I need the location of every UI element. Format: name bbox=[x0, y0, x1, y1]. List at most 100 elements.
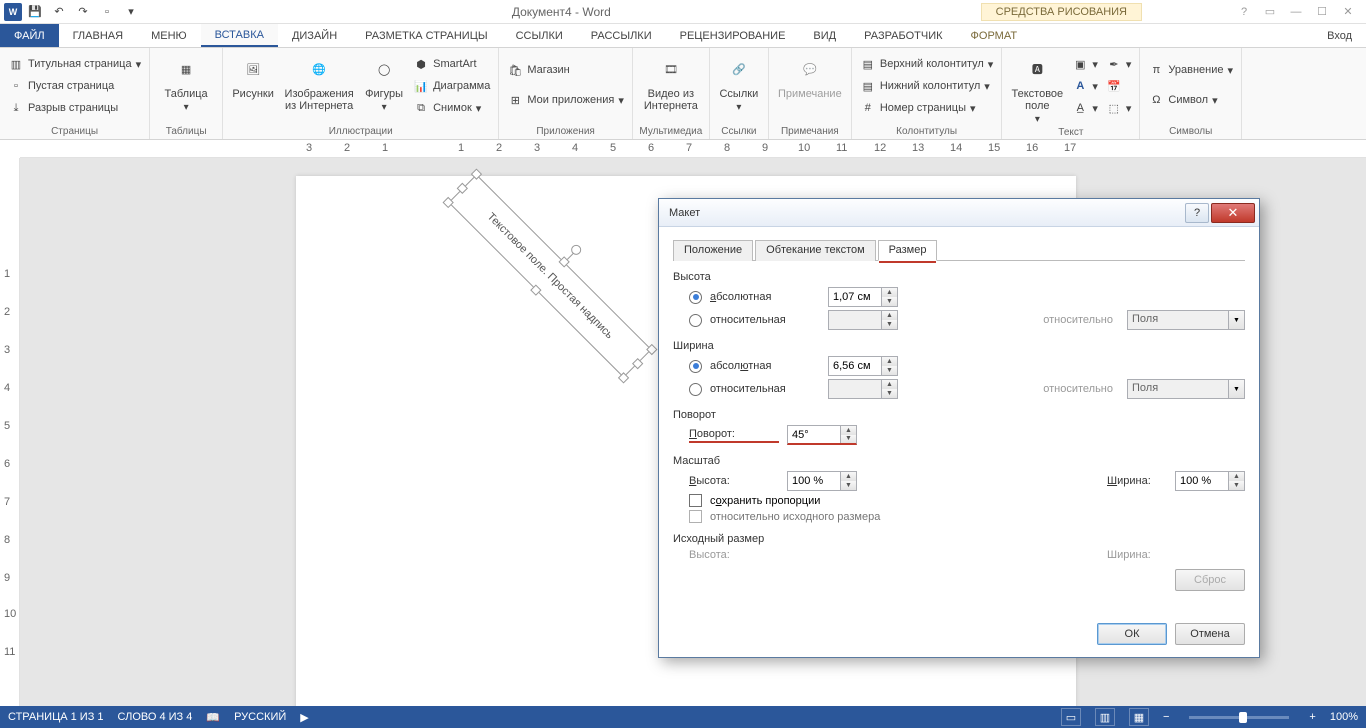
store-button[interactable]: 🛍Магазин bbox=[505, 60, 626, 80]
header-button[interactable]: ▤Верхний колонтитул ▾ bbox=[858, 54, 995, 74]
comment-button[interactable]: 💬Примечание bbox=[775, 50, 845, 100]
textbox-shape[interactable]: Текстовое поле. Простая надпись bbox=[448, 174, 652, 378]
tab-page-layout[interactable]: РАЗМЕТКА СТРАНИЦЫ bbox=[351, 24, 501, 47]
qat-more-icon[interactable]: ▾ bbox=[120, 1, 142, 23]
ok-button[interactable]: ОК bbox=[1097, 623, 1167, 645]
cancel-button[interactable]: Отмена bbox=[1175, 623, 1245, 645]
my-apps-button[interactable]: ⊞Мои приложения ▾ bbox=[505, 90, 626, 110]
tab-mailings[interactable]: РАССЫЛКИ bbox=[577, 24, 666, 47]
width-relative-to-combo: Поля▼ bbox=[1127, 379, 1245, 399]
spin-up-icon[interactable]: ▲ bbox=[882, 288, 897, 297]
tab-text-wrapping[interactable]: Обтекание текстом bbox=[755, 240, 876, 261]
width-absolute-radio[interactable] bbox=[689, 360, 702, 373]
dialog-help-button[interactable]: ? bbox=[1185, 203, 1209, 223]
tab-menu[interactable]: Меню bbox=[137, 24, 201, 47]
cover-page-button[interactable]: ▥Титульная страница ▾ bbox=[6, 54, 143, 74]
tab-file[interactable]: ФАЙЛ bbox=[0, 24, 59, 47]
dialog-close-button[interactable]: ✕ bbox=[1211, 203, 1255, 223]
maximize-icon[interactable]: ☐ bbox=[1310, 2, 1334, 22]
tab-position[interactable]: Положение bbox=[673, 240, 753, 261]
scale-height-input[interactable] bbox=[788, 472, 840, 490]
macro-icon[interactable]: ▶ bbox=[300, 711, 308, 724]
tab-home[interactable]: ГЛАВНАЯ bbox=[59, 24, 137, 47]
blank-page-button[interactable]: ▫Пустая страница bbox=[6, 76, 143, 96]
language-indicator[interactable]: РУССКИЙ bbox=[234, 711, 286, 723]
tab-format[interactable]: ФОРМАТ bbox=[957, 24, 1032, 47]
object-button[interactable]: ⬚▾ bbox=[1104, 98, 1134, 118]
table-button[interactable]: ▦Таблица▾ bbox=[156, 50, 216, 113]
new-doc-icon[interactable]: ▫ bbox=[96, 1, 118, 23]
tab-references[interactable]: ССЫЛКИ bbox=[502, 24, 577, 47]
vertical-ruler[interactable]: 12 34 56 78 910 11 bbox=[0, 158, 20, 706]
shapes-button[interactable]: ◯Фигуры▾ bbox=[361, 50, 407, 113]
wordart-button[interactable]: A▾ bbox=[1070, 76, 1100, 96]
tab-insert[interactable]: ВСТАВКА bbox=[201, 24, 278, 47]
save-icon[interactable]: 💾 bbox=[24, 1, 46, 23]
reading-view-icon[interactable]: ▭ bbox=[1061, 708, 1081, 726]
spin-up-icon[interactable]: ▲ bbox=[841, 472, 856, 481]
scale-width-spinner[interactable]: ▲▼ bbox=[1175, 471, 1245, 491]
spin-down-icon[interactable]: ▼ bbox=[882, 366, 897, 375]
scale-height-spinner[interactable]: ▲▼ bbox=[787, 471, 857, 491]
textbox-content[interactable]: Текстовое поле. Простая надпись bbox=[448, 174, 652, 378]
height-absolute-spinner[interactable]: ▲▼ bbox=[828, 287, 898, 307]
print-layout-icon[interactable]: ▥ bbox=[1095, 708, 1115, 726]
zoom-slider[interactable] bbox=[1189, 716, 1289, 719]
spin-down-icon[interactable]: ▼ bbox=[882, 297, 897, 306]
smartart-button[interactable]: ⬢SmartArt bbox=[411, 54, 492, 74]
scale-width-input[interactable] bbox=[1176, 472, 1228, 490]
web-layout-icon[interactable]: ▦ bbox=[1129, 708, 1149, 726]
spin-down-icon[interactable]: ▼ bbox=[841, 435, 856, 444]
lock-aspect-checkbox[interactable] bbox=[689, 494, 702, 507]
online-pictures-button[interactable]: 🌐Изображения из Интернета bbox=[281, 50, 357, 112]
spin-down-icon[interactable]: ▼ bbox=[841, 481, 856, 490]
undo-icon[interactable]: ↶ bbox=[48, 1, 70, 23]
height-absolute-input[interactable] bbox=[829, 288, 881, 306]
spellcheck-icon[interactable]: 📖 bbox=[206, 711, 220, 724]
tab-review[interactable]: РЕЦЕНЗИРОВАНИЕ bbox=[666, 24, 800, 47]
spin-up-icon[interactable]: ▲ bbox=[841, 426, 856, 435]
footer-button[interactable]: ▤Нижний колонтитул ▾ bbox=[858, 76, 995, 96]
spin-up-icon[interactable]: ▲ bbox=[1229, 472, 1244, 481]
zoom-out-button[interactable]: − bbox=[1163, 711, 1169, 723]
screenshot-button[interactable]: ⧉Снимок ▾ bbox=[411, 98, 492, 118]
word-count[interactable]: СЛОВО 4 ИЗ 4 bbox=[118, 711, 193, 723]
date-time-button[interactable]: 📅 bbox=[1104, 76, 1134, 96]
page-indicator[interactable]: СТРАНИЦА 1 ИЗ 1 bbox=[8, 711, 104, 723]
tab-size[interactable]: Размер bbox=[878, 240, 938, 261]
width-absolute-input[interactable] bbox=[829, 357, 881, 375]
links-button[interactable]: 🔗Ссылки▾ bbox=[716, 50, 762, 113]
pictures-button[interactable]: 🖼Рисунки bbox=[229, 50, 277, 100]
minimize-icon[interactable]: — bbox=[1284, 2, 1308, 22]
symbol-button[interactable]: ΩСимвол ▾ bbox=[1146, 90, 1235, 110]
zoom-level[interactable]: 100% bbox=[1330, 711, 1358, 723]
tab-design[interactable]: ДИЗАЙН bbox=[278, 24, 351, 47]
textbox-button[interactable]: 🅰Текстовое поле▾ bbox=[1008, 50, 1066, 125]
height-relative-radio[interactable] bbox=[689, 314, 702, 327]
rotation-spinner[interactable]: ▲▼ bbox=[787, 425, 857, 445]
ribbon-display-icon[interactable]: ▭ bbox=[1258, 2, 1282, 22]
width-absolute-spinner[interactable]: ▲▼ bbox=[828, 356, 898, 376]
tab-view[interactable]: ВИД bbox=[799, 24, 850, 47]
width-relative-radio[interactable] bbox=[689, 383, 702, 396]
signature-line-button[interactable]: ✒▾ bbox=[1104, 54, 1134, 74]
online-video-button[interactable]: 🎞Видео из Интернета bbox=[639, 50, 703, 112]
dialog-titlebar[interactable]: Макет ? ✕ bbox=[659, 199, 1259, 227]
rotation-input[interactable] bbox=[788, 426, 840, 443]
drop-cap-button[interactable]: A̲▾ bbox=[1070, 98, 1100, 118]
help-icon[interactable]: ? bbox=[1232, 2, 1256, 22]
height-absolute-radio[interactable] bbox=[689, 291, 702, 304]
quick-parts-button[interactable]: ▣▾ bbox=[1070, 54, 1100, 74]
page-number-button[interactable]: #Номер страницы ▾ bbox=[858, 98, 995, 118]
horizontal-ruler[interactable]: 321 123 456 789 101112 131415 1617 bbox=[20, 140, 1366, 158]
equation-button[interactable]: πУравнение ▾ bbox=[1146, 60, 1235, 80]
zoom-in-button[interactable]: + bbox=[1309, 711, 1315, 723]
spin-up-icon[interactable]: ▲ bbox=[882, 357, 897, 366]
chart-button[interactable]: 📊Диаграмма bbox=[411, 76, 492, 96]
spin-down-icon[interactable]: ▼ bbox=[1229, 481, 1244, 490]
tab-developer[interactable]: РАЗРАБОТЧИК bbox=[850, 24, 956, 47]
page-break-button[interactable]: ⤓Разрыв страницы bbox=[6, 98, 143, 118]
sign-in-link[interactable]: Вход bbox=[1313, 24, 1366, 47]
redo-icon[interactable]: ↷ bbox=[72, 1, 94, 23]
close-window-icon[interactable]: ✕ bbox=[1336, 2, 1360, 22]
